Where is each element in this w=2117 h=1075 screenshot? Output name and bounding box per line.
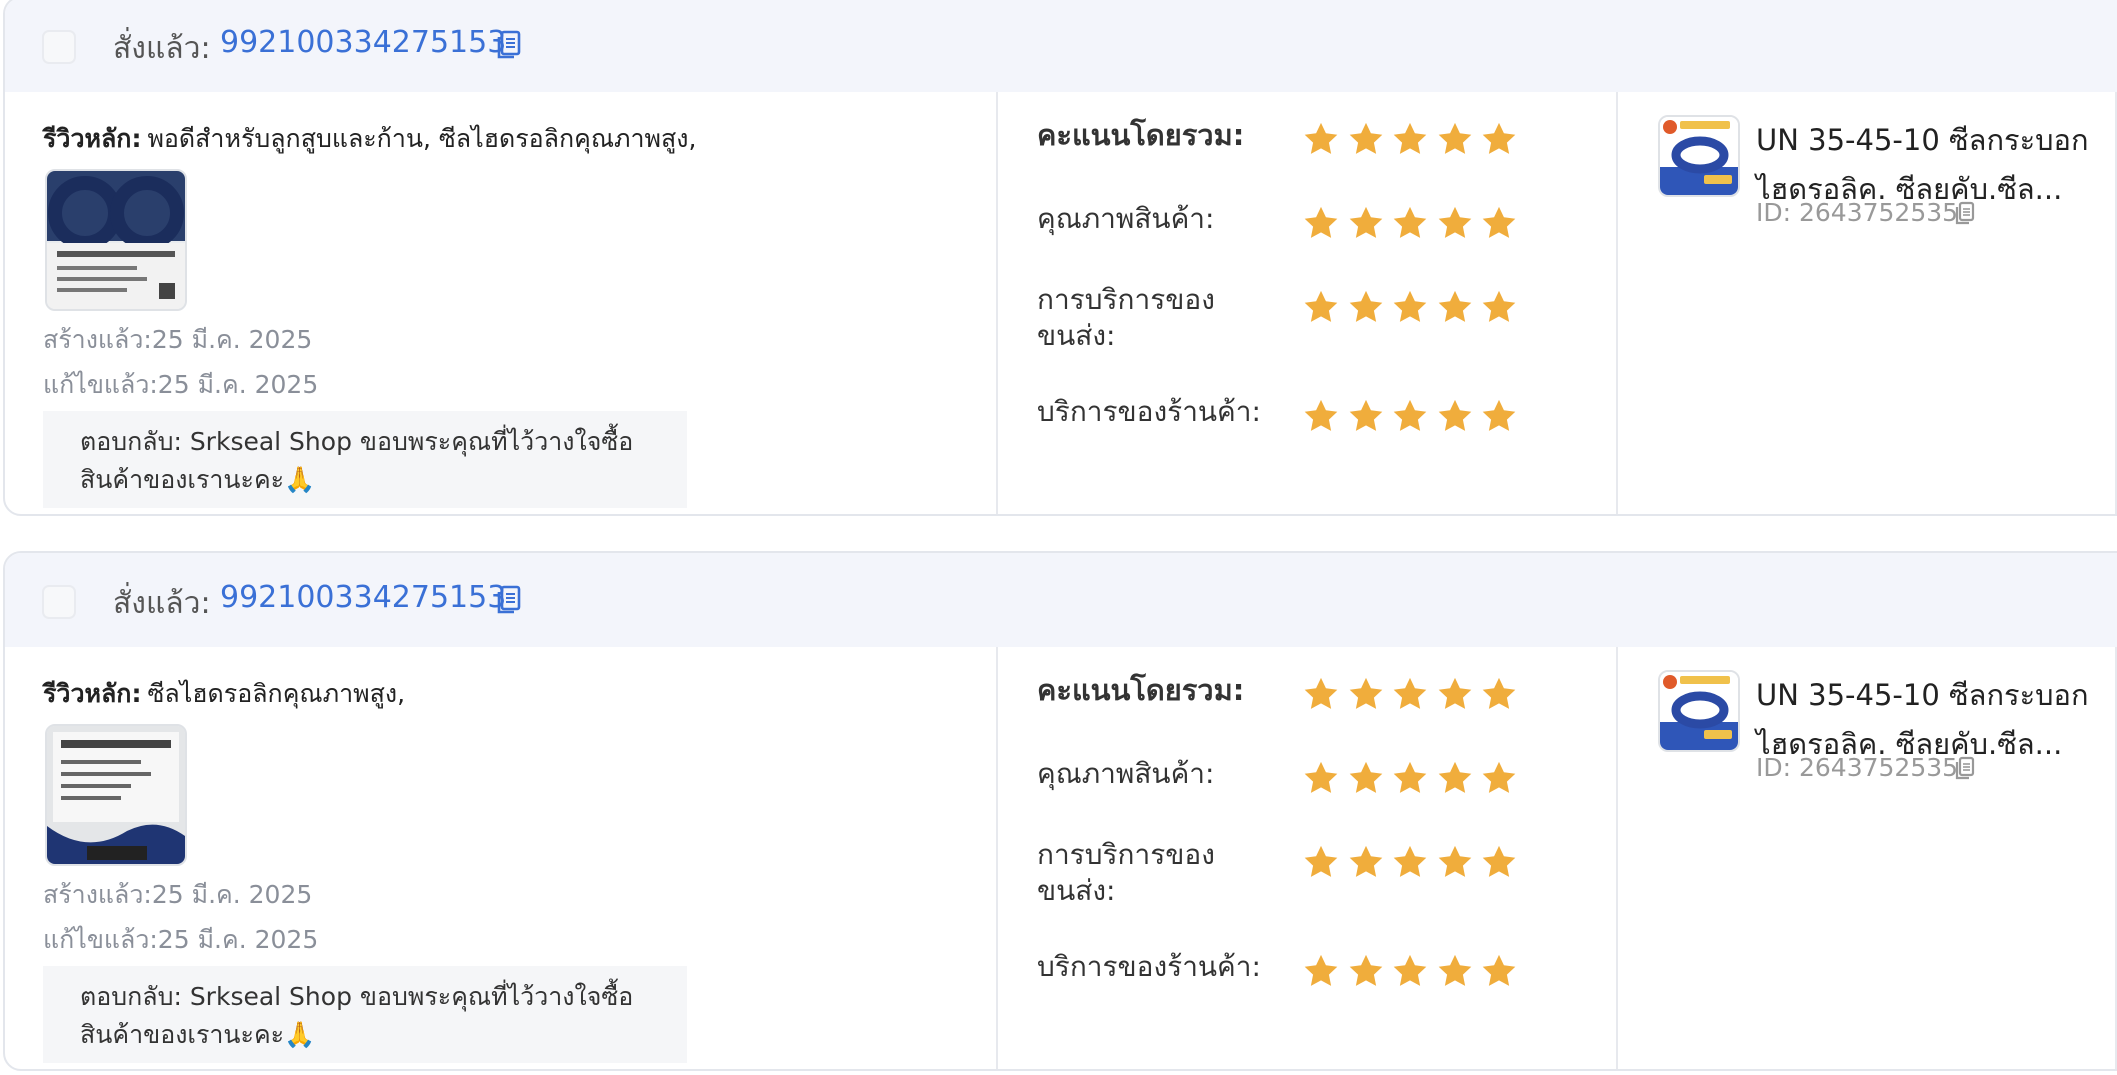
review-photo[interactable] [45, 724, 187, 866]
select-checkbox[interactable] [42, 30, 76, 64]
stars-product-quality [1302, 204, 1517, 244]
star-icon [1304, 954, 1338, 986]
copy-icon[interactable] [496, 585, 522, 615]
star-icon [1393, 954, 1427, 986]
edited-date: แก้ไขแล้ว:25 มี.ค. 2025 [43, 925, 319, 954]
star-icon [1304, 290, 1338, 322]
star-icon [1438, 845, 1471, 877]
rating-label-shop-service: บริการของร้านค้า: [1037, 950, 1261, 983]
select-checkbox[interactable] [42, 585, 76, 619]
star-icon [1482, 845, 1516, 877]
star-icon [1438, 122, 1471, 154]
star-icon [1482, 206, 1516, 238]
stars-overall [1302, 675, 1517, 715]
review-photo[interactable] [45, 169, 187, 311]
created-date: สร้างแล้ว:25 มี.ค. 2025 [43, 325, 313, 354]
stars-shipping [1302, 843, 1517, 883]
star-icon [1438, 206, 1471, 238]
stars-product-quality [1302, 759, 1517, 799]
edited-date: แก้ไขแล้ว:25 มี.ค. 2025 [43, 370, 319, 399]
review-card-header: สั่งแล้ว: 992100334275153 [5, 553, 2117, 647]
order-number-link[interactable]: 992100334275153 [220, 25, 506, 60]
star-icon [1438, 761, 1471, 793]
seller-reply: ตอบกลับ: Srkseal Shop ขอบพระคุณที่ไว้วาง… [43, 411, 687, 508]
product-seal-icon [1660, 117, 1738, 195]
stars-shop-service [1302, 952, 1517, 992]
star-icon [1393, 761, 1427, 793]
star-icon [1482, 761, 1516, 793]
main-review: รีวิวหลัก: ซีลไฮดรอลิกคุณภาพสูง, [43, 674, 405, 714]
review-card: สั่งแล้ว: 992100334275153 รีวิวหลัก: ซีลไ… [3, 551, 2117, 1071]
seller-reply: ตอบกลับ: Srkseal Shop ขอบพระคุณที่ไว้วาง… [43, 966, 687, 1063]
product-photo-seal-icon [47, 171, 185, 309]
rating-label-overall: คะแนนโดยรวม: [1037, 673, 1245, 707]
star-icon [1393, 206, 1427, 238]
copy-id-icon[interactable] [1955, 756, 1975, 780]
stars-shop-service [1302, 397, 1517, 437]
star-icon [1393, 399, 1427, 431]
star-icon [1393, 290, 1427, 322]
rating-label-shop-service: บริการของร้านค้า: [1037, 395, 1261, 428]
stars-shipping [1302, 288, 1517, 328]
star-icon [1304, 206, 1338, 238]
star-icon [1482, 677, 1516, 709]
star-icon [1349, 206, 1382, 238]
star-icon [1438, 399, 1471, 431]
created-date: สร้างแล้ว:25 มี.ค. 2025 [43, 880, 313, 909]
star-icon [1393, 122, 1427, 154]
order-label: สั่งแล้ว: [113, 31, 211, 66]
rating-label-shipping: การบริการของขนส่ง: [1037, 283, 1215, 352]
main-review-text: พอดีสำหรับลูกสูบและก้าน, ซีลไฮดรอลิกคุณภ… [147, 124, 697, 153]
rating-label-shipping: การบริการของขนส่ง: [1037, 838, 1215, 907]
product-thumbnail[interactable] [1658, 115, 1740, 197]
column-divider [996, 92, 998, 514]
stars-overall [1302, 120, 1517, 160]
star-icon [1438, 954, 1471, 986]
product-seal-icon [1660, 672, 1738, 750]
star-icon [1304, 122, 1338, 154]
star-icon [1482, 122, 1516, 154]
star-icon [1349, 954, 1382, 986]
star-icon [1438, 290, 1471, 322]
main-review-text: ซีลไฮดรอลิกคุณภาพสูง, [147, 679, 406, 708]
rating-label-product-quality: คุณภาพสินค้า: [1037, 202, 1215, 235]
star-icon [1393, 677, 1427, 709]
rating-label-product-quality: คุณภาพสินค้า: [1037, 757, 1215, 790]
copy-icon[interactable] [496, 30, 522, 60]
product-id: ID: 2643752535 [1756, 198, 1959, 227]
star-icon [1304, 399, 1338, 431]
order-number-link[interactable]: 992100334275153 [220, 580, 506, 615]
review-card-header: สั่งแล้ว: 992100334275153 [5, 0, 2117, 92]
star-icon [1482, 954, 1516, 986]
product-photo-seal-label-icon [47, 726, 185, 864]
star-icon [1349, 399, 1382, 431]
star-icon [1482, 399, 1516, 431]
product-thumbnail[interactable] [1658, 670, 1740, 752]
copy-id-icon[interactable] [1955, 201, 1975, 225]
column-divider [996, 647, 998, 1069]
star-icon [1349, 761, 1382, 793]
star-icon [1304, 677, 1338, 709]
star-icon [1393, 845, 1427, 877]
main-review: รีวิวหลัก: พอดีสำหรับลูกสูบและก้าน, ซีลไฮ… [43, 119, 696, 159]
main-review-label: รีวิวหลัก: [43, 124, 142, 153]
product-id: ID: 2643752535 [1756, 753, 1959, 782]
star-icon [1304, 761, 1338, 793]
star-icon [1349, 677, 1382, 709]
column-divider [1616, 647, 1618, 1069]
star-icon [1304, 845, 1338, 877]
column-divider [1616, 92, 1618, 514]
star-icon [1349, 290, 1382, 322]
star-icon [1349, 122, 1382, 154]
star-icon [1482, 290, 1516, 322]
main-review-label: รีวิวหลัก: [43, 679, 142, 708]
star-icon [1438, 677, 1471, 709]
review-card: สั่งแล้ว: 992100334275153 รีวิวหลัก: พอดี… [3, 0, 2117, 516]
order-label: สั่งแล้ว: [113, 586, 211, 621]
star-icon [1349, 845, 1382, 877]
rating-label-overall: คะแนนโดยรวม: [1037, 118, 1245, 152]
